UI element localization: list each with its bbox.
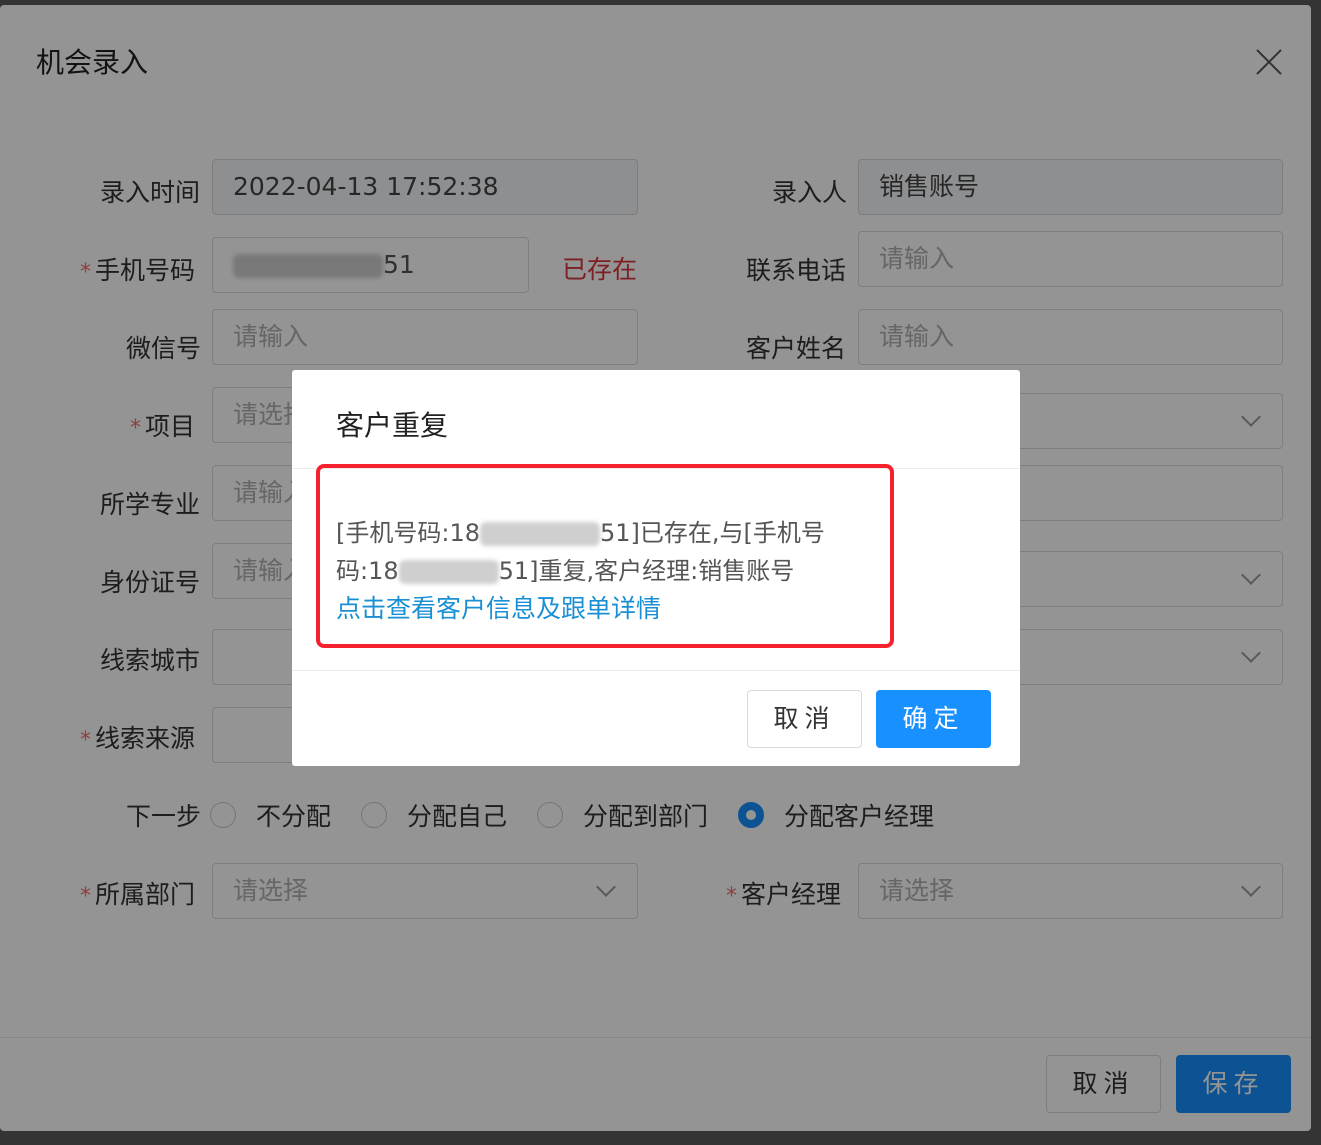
modal-title: 客户重复: [336, 409, 449, 442]
duplicate-message: [手机号码:18 51]已存在,与[手机号 码:18 51]重复,客户经理:销售账号…: [336, 519, 825, 623]
redacted-blur: [480, 522, 600, 546]
redacted-blur: [398, 560, 499, 584]
modal-cancel-button[interactable]: 取消: [747, 690, 862, 748]
modal-footer-divider: [292, 670, 1020, 671]
duplicate-customer-modal: 客户重复 [手机号码:18 51]已存在,与[手机号 码:18 51]重复,客户经理…: [292, 370, 1020, 766]
view-customer-detail-link[interactable]: 点击查看客户信息及跟单详情: [336, 594, 661, 623]
modal-ok-button[interactable]: 确定: [876, 690, 991, 748]
